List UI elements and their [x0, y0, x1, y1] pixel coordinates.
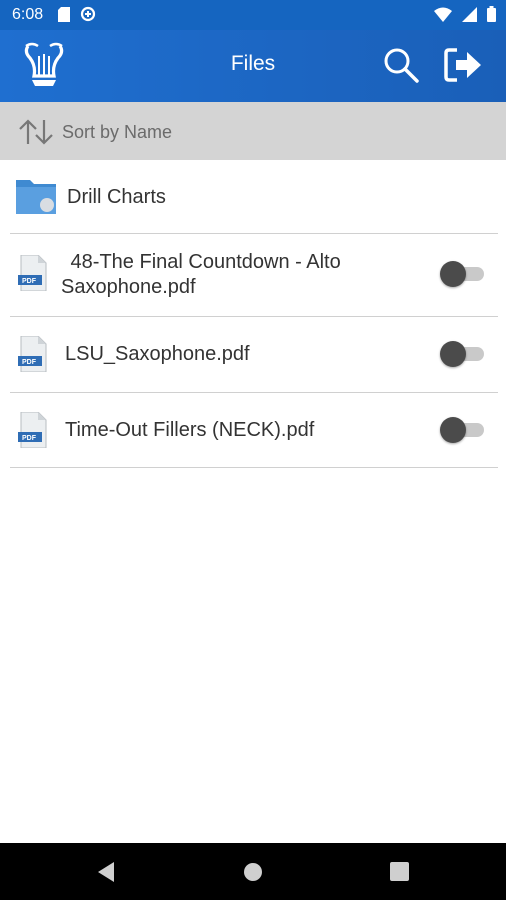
- pdf-icon: PDF: [18, 336, 47, 372]
- offline-toggle[interactable]: [440, 261, 486, 287]
- logout-icon[interactable]: [443, 46, 483, 84]
- file-name: LSU_Saxophone.pdf: [65, 343, 250, 365]
- folder-item[interactable]: Drill Charts: [10, 166, 498, 232]
- divider: [10, 467, 498, 468]
- search-icon[interactable]: [382, 46, 420, 84]
- svg-text:PDF: PDF: [22, 359, 37, 366]
- file-item[interactable]: PDF 48-The Final Countdown - Alto Saxoph…: [10, 234, 498, 316]
- folder-icon: [16, 180, 56, 214]
- system-nav-bar: [0, 843, 506, 900]
- sort-arrows-icon[interactable]: [18, 118, 54, 146]
- signal-icon: [462, 6, 477, 22]
- sort-bar[interactable]: Sort by Name: [0, 102, 506, 160]
- folder-name: Drill Charts: [67, 186, 166, 208]
- home-icon[interactable]: [243, 862, 263, 882]
- wifi-icon: [434, 7, 452, 22]
- recents-icon[interactable]: [390, 862, 409, 881]
- offline-toggle[interactable]: [440, 341, 486, 367]
- offline-toggle[interactable]: [440, 417, 486, 443]
- svg-text:PDF: PDF: [22, 278, 37, 285]
- file-name-line1: 48-The Final Countdown - Alto: [65, 251, 341, 273]
- status-bar: 6:08: [0, 0, 506, 30]
- svg-text:PDF: PDF: [22, 435, 37, 442]
- pdf-icon: PDF: [18, 412, 47, 448]
- status-time: 6:08: [12, 6, 44, 23]
- battery-icon: [487, 6, 496, 22]
- back-icon[interactable]: [96, 861, 116, 883]
- sd-card-icon: [58, 6, 70, 22]
- page-title: Files: [230, 52, 276, 75]
- pdf-icon: PDF: [18, 255, 47, 291]
- app-bar: Files: [0, 30, 506, 102]
- data-saver-icon: [80, 6, 96, 22]
- file-name-line2: Saxophone.pdf: [61, 276, 196, 298]
- file-item[interactable]: PDF Time-Out Fillers (NECK).pdf: [10, 393, 498, 467]
- sort-label[interactable]: Sort by Name: [62, 122, 172, 143]
- file-name: Time-Out Fillers (NECK).pdf: [65, 419, 315, 441]
- file-item[interactable]: PDF LSU_Saxophone.pdf: [10, 317, 498, 392]
